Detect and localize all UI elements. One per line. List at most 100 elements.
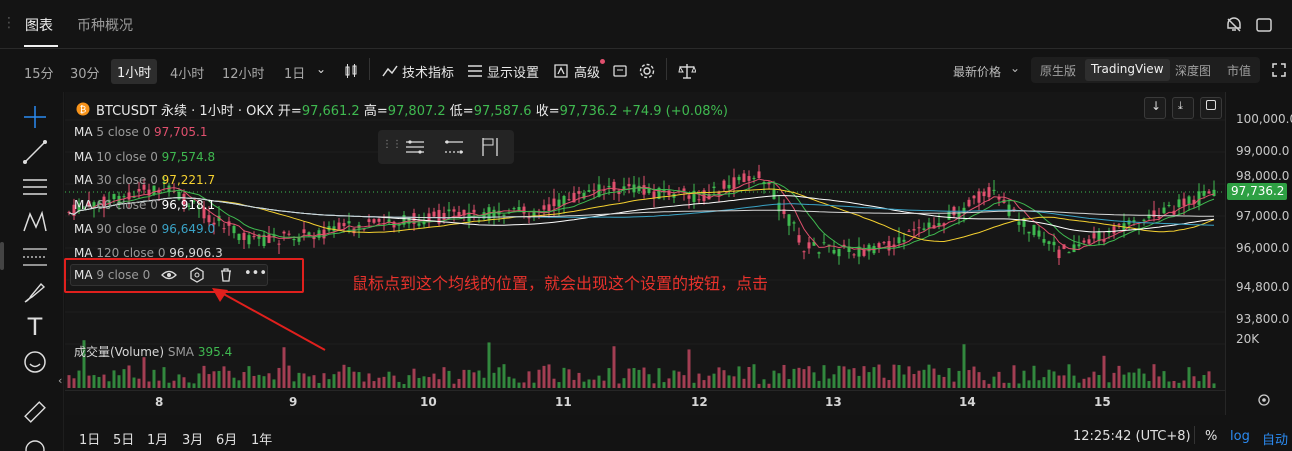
volume-bar bbox=[232, 377, 236, 388]
price-chart[interactable] bbox=[65, 92, 1225, 415]
collapse-arrow-icon[interactable]: ‹ bbox=[58, 374, 62, 387]
range-3m[interactable]: 3月 bbox=[182, 429, 203, 448]
timeframe-4h[interactable]: 4小时 bbox=[170, 63, 204, 82]
volume-bar bbox=[672, 370, 676, 388]
alarm-icon[interactable] bbox=[1225, 16, 1243, 34]
trendline-icon[interactable] bbox=[22, 139, 48, 165]
pattern-icon[interactable] bbox=[22, 209, 48, 235]
fib-icon[interactable] bbox=[22, 244, 48, 270]
ma-line[interactable] bbox=[68, 195, 1215, 233]
price-type-select[interactable]: 最新价格 bbox=[953, 63, 1001, 80]
view-depth[interactable]: 深度图 bbox=[1169, 59, 1217, 81]
volume-bar bbox=[117, 375, 121, 388]
symbol-title[interactable]: BTCUSDT 永续 · 1小时 · OKX bbox=[96, 104, 274, 119]
crosshair-icon[interactable] bbox=[22, 104, 48, 130]
timeframe-1d[interactable]: 1日 bbox=[284, 63, 305, 82]
volume-bar bbox=[1142, 373, 1146, 388]
candle-body bbox=[802, 251, 806, 253]
volume-bar bbox=[572, 379, 576, 388]
volume-bar bbox=[1157, 376, 1161, 388]
advanced-icon[interactable] bbox=[553, 63, 569, 79]
indicators-icon[interactable] bbox=[382, 63, 398, 79]
ma-line[interactable] bbox=[68, 188, 1215, 243]
collapse-button[interactable]: ⤓ bbox=[1172, 97, 1194, 119]
ruler-icon[interactable] bbox=[22, 399, 48, 425]
volume-bar bbox=[1177, 382, 1181, 388]
candle-body bbox=[882, 242, 886, 244]
percent-toggle[interactable]: % bbox=[1205, 429, 1217, 444]
volume-bar bbox=[427, 377, 431, 388]
volume-bar bbox=[87, 375, 91, 388]
candle-body bbox=[607, 185, 611, 188]
ma-legend-row[interactable]: MA 60 close 0 96,918.1 bbox=[74, 198, 215, 212]
range-6m[interactable]: 6月 bbox=[216, 429, 237, 448]
text-icon[interactable]: T bbox=[22, 314, 48, 340]
view-market-cap[interactable]: 市值 bbox=[1221, 59, 1257, 81]
candle-body bbox=[1057, 249, 1061, 259]
template-icon[interactable] bbox=[612, 63, 628, 79]
menu-dots-icon[interactable]: ⋮ bbox=[2, 15, 16, 31]
drag-handle-icon[interactable]: ⋮⋮ bbox=[382, 139, 402, 150]
flag-icon[interactable] bbox=[479, 136, 501, 158]
candle-body bbox=[222, 228, 226, 230]
fullscreen-icon[interactable] bbox=[1271, 62, 1287, 78]
chart-area[interactable] bbox=[65, 92, 1225, 415]
range-1y[interactable]: 1年 bbox=[251, 429, 272, 448]
volume-bar bbox=[522, 382, 526, 388]
candle-type-icon[interactable] bbox=[343, 63, 359, 79]
timeframe-30m[interactable]: 30分 bbox=[70, 63, 100, 82]
view-tradingview[interactable]: TradingView bbox=[1085, 59, 1170, 81]
volume-bar bbox=[512, 378, 516, 388]
display-settings-button[interactable]: 显示设置 bbox=[487, 62, 539, 81]
auto-toggle[interactable]: 自动 bbox=[1262, 429, 1288, 448]
advanced-button[interactable]: 高级 bbox=[574, 62, 600, 81]
magnet-icon[interactable] bbox=[22, 437, 48, 451]
timeframe-15m[interactable]: 15分 bbox=[24, 63, 54, 82]
horizontal-lines-icon[interactable] bbox=[22, 174, 48, 200]
brush-icon[interactable] bbox=[22, 279, 48, 305]
ma-line[interactable] bbox=[68, 197, 1215, 219]
price-axis[interactable]: 100,000.0 99,000.0 98,000.0 97,000.0 96,… bbox=[1225, 92, 1292, 415]
candle-body bbox=[377, 218, 381, 222]
tab-chart[interactable]: 图表 bbox=[25, 15, 53, 35]
view-native[interactable]: 原生版 bbox=[1034, 59, 1082, 81]
candle-body bbox=[752, 177, 756, 179]
ma-legend-row[interactable]: MA 90 close 0 96,649.0 bbox=[74, 222, 215, 236]
range-1d[interactable]: 1日 bbox=[79, 429, 100, 448]
sidebar-scroll-handle[interactable] bbox=[0, 242, 4, 270]
volume-bar bbox=[1037, 380, 1041, 388]
scroll-down-button[interactable]: ↓ bbox=[1144, 97, 1166, 119]
channel-icon[interactable] bbox=[443, 137, 465, 157]
volume-legend[interactable]: 成交量(Volume) SMA 395.4 bbox=[74, 343, 232, 360]
gear-icon[interactable] bbox=[638, 62, 656, 80]
volume-bar bbox=[1017, 383, 1021, 388]
candle-body bbox=[652, 191, 656, 199]
display-settings-icon[interactable] bbox=[467, 63, 483, 79]
timeframe-1h[interactable]: 1小时 bbox=[111, 59, 158, 84]
log-toggle[interactable]: log bbox=[1230, 429, 1250, 444]
volume-bar bbox=[887, 379, 891, 388]
balance-icon[interactable] bbox=[678, 62, 696, 80]
axis-settings-icon[interactable] bbox=[1256, 392, 1272, 408]
chevron-down-icon[interactable]: ⌄ bbox=[1010, 61, 1020, 75]
volume-bar bbox=[1152, 364, 1156, 388]
candle-body bbox=[712, 186, 716, 189]
parallel-lines-icon[interactable] bbox=[404, 137, 426, 157]
window-icon[interactable] bbox=[1255, 16, 1273, 34]
emoji-icon[interactable] bbox=[22, 349, 48, 375]
ma-legend-row[interactable]: MA 5 close 0 97,705.1 bbox=[74, 125, 207, 139]
candle-body bbox=[347, 221, 351, 224]
ma-legend-row[interactable]: MA 10 close 0 97,574.8 bbox=[74, 150, 215, 164]
ma-line[interactable] bbox=[68, 178, 1215, 251]
chevron-down-icon[interactable]: ⌄ bbox=[316, 62, 326, 76]
maximize-button[interactable] bbox=[1200, 97, 1222, 119]
tab-coin-overview[interactable]: 币种概况 bbox=[77, 15, 133, 35]
timeframe-12h[interactable]: 12小时 bbox=[222, 63, 265, 82]
chart-toolbar: 15分 30分 1小时 4小时 12小时 1日 ⌄ 技术指标 显示设置 高级 最… bbox=[0, 50, 1292, 92]
ma-legend-row[interactable]: MA 30 close 0 97,221.7 bbox=[74, 173, 215, 187]
range-5d[interactable]: 5日 bbox=[113, 429, 134, 448]
indicators-button[interactable]: 技术指标 bbox=[402, 62, 454, 81]
time-axis[interactable]: 8 9 10 11 12 13 14 15 bbox=[65, 390, 1225, 415]
range-1m[interactable]: 1月 bbox=[147, 429, 168, 448]
volume-bar bbox=[267, 373, 271, 388]
